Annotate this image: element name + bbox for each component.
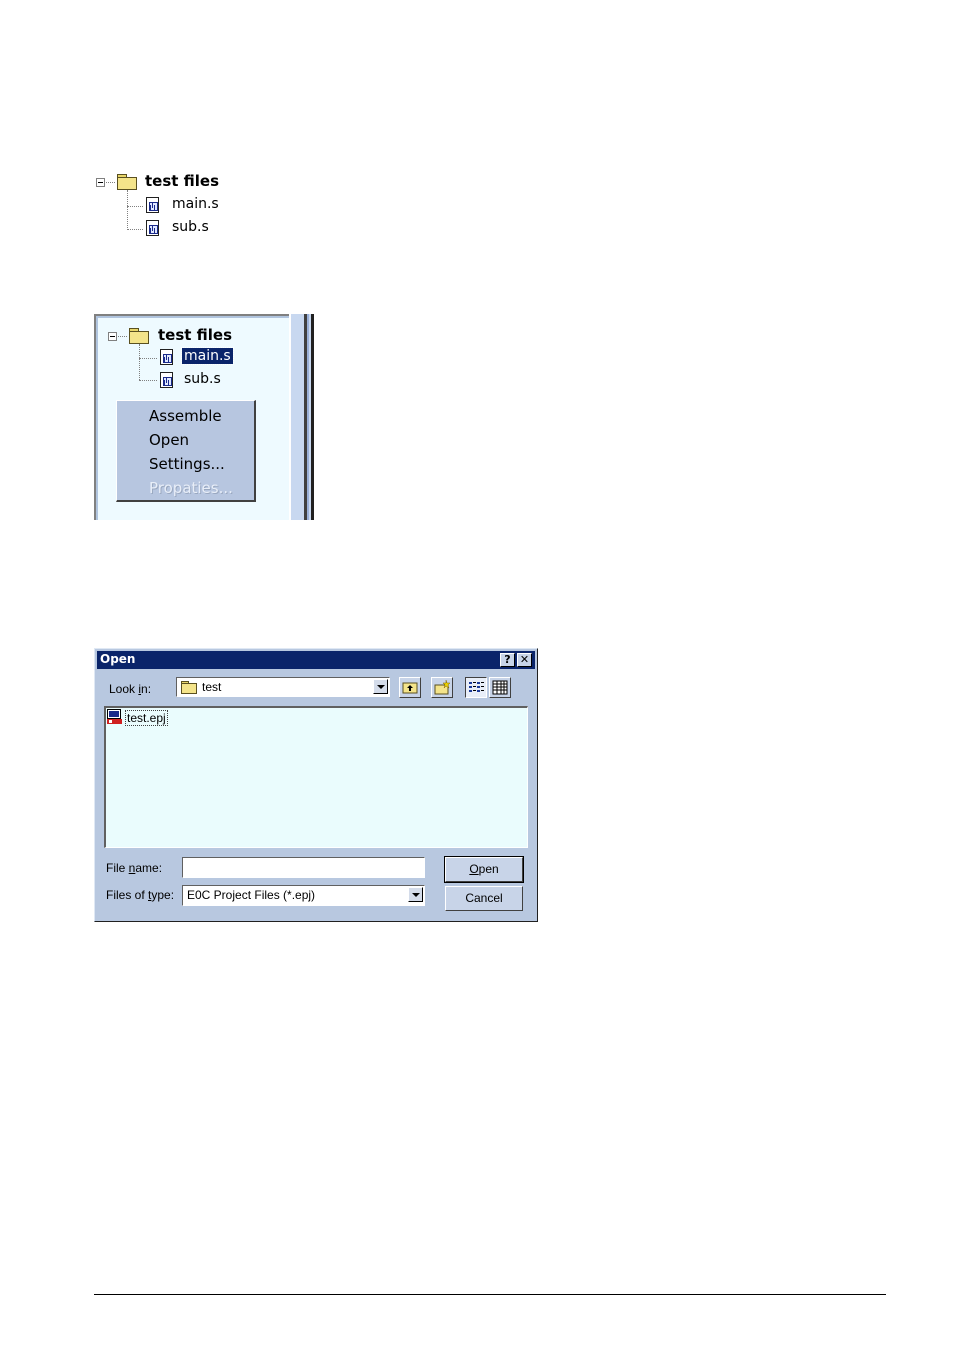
files-of-type-dropdown[interactable]: E0C Project Files (*.epj) [182, 885, 425, 906]
details-view-icon [492, 680, 508, 695]
tree-file-label[interactable]: sub.s [172, 219, 209, 235]
tree-file-label[interactable]: main.s [172, 196, 219, 212]
collapse-toggle-icon[interactable] [96, 178, 105, 187]
create-new-folder-button[interactable] [431, 677, 453, 698]
menu-item-settings[interactable]: Settings... [149, 455, 225, 473]
context-menu: Assemble Open Settings... Propaties... [116, 400, 256, 502]
close-button[interactable]: ✕ [517, 653, 532, 667]
file-name-label: File name: [106, 861, 163, 875]
dialog-titlebar[interactable]: Open ? ✕ [97, 651, 535, 669]
folder-icon [181, 681, 197, 694]
list-view-button[interactable] [465, 677, 487, 698]
source-file-icon [146, 220, 159, 236]
tree-connector [139, 380, 157, 381]
tree-connector [127, 229, 143, 230]
file-list[interactable]: test.epj [104, 706, 528, 848]
project-tree: test files main.s sub.s [94, 170, 294, 240]
menu-item-open[interactable]: Open [149, 431, 189, 449]
epj-project-icon [107, 709, 122, 724]
look-in-value: test [202, 680, 222, 694]
tree-folder-label[interactable]: test files [158, 326, 232, 344]
chevron-down-icon[interactable] [408, 887, 423, 902]
dialog-title: Open [100, 652, 136, 666]
up-one-level-icon [402, 682, 418, 694]
file-name-label: test.epj [125, 710, 168, 726]
tree-connector [106, 182, 115, 183]
tree-folder-label[interactable]: test files [145, 172, 219, 190]
tree-connector [127, 206, 143, 207]
collapse-toggle-icon[interactable] [108, 332, 117, 341]
chevron-down-icon[interactable] [373, 679, 388, 694]
file-name-input[interactable] [182, 857, 425, 878]
source-file-icon [160, 349, 173, 365]
look-in-dropdown[interactable]: test [176, 677, 390, 697]
project-panel: test files main.s sub.s Assemble Open Se… [94, 314, 314, 520]
open-dialog: Open ? ✕ Look in: test test.epj File nam… [94, 648, 538, 922]
tree-connector [139, 358, 157, 359]
tree-connector [127, 190, 128, 230]
help-button[interactable]: ? [500, 653, 515, 667]
list-view-icon [469, 682, 484, 692]
source-file-icon [146, 197, 159, 213]
tree-file-label-selected[interactable]: main.s [181, 347, 234, 365]
files-of-type-value: E0C Project Files (*.epj) [187, 888, 316, 902]
create-new-folder-icon [434, 679, 451, 695]
tree-connector [139, 344, 140, 380]
open-button[interactable]: Open [444, 856, 524, 883]
files-of-type-label: Files of type: [106, 888, 175, 902]
tree-file-label[interactable]: sub.s [184, 371, 221, 387]
folder-icon [117, 174, 137, 190]
footer-divider [94, 1294, 886, 1295]
menu-item-assemble[interactable]: Assemble [149, 407, 222, 425]
up-one-level-button[interactable] [399, 677, 421, 698]
folder-icon [129, 328, 149, 344]
source-file-icon [160, 372, 173, 388]
tree-connector [118, 336, 127, 337]
cancel-button[interactable]: Cancel [445, 886, 523, 911]
details-view-button[interactable] [489, 677, 511, 698]
look-in-label: Look in: [109, 682, 152, 696]
menu-item-properties: Propaties... [149, 479, 233, 497]
